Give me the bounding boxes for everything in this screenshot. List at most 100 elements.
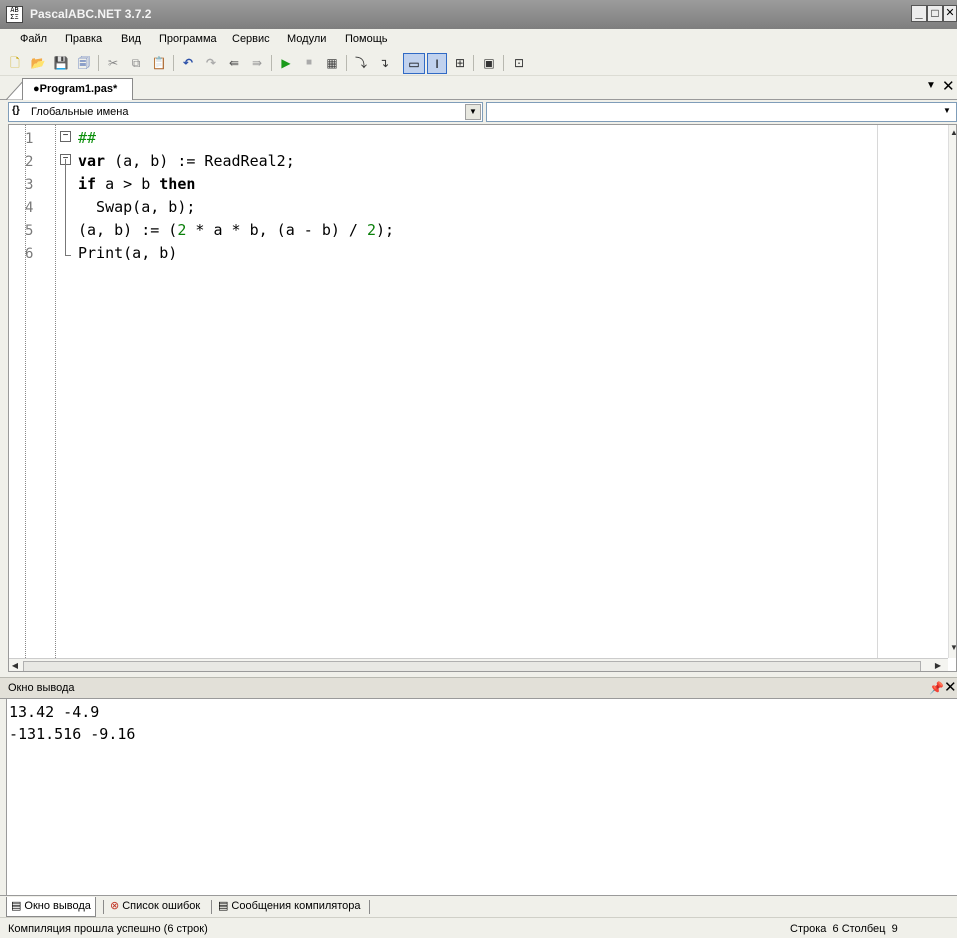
line-number: 6 (25, 246, 34, 262)
toolbar-separator (98, 55, 99, 71)
line-number: 4 (25, 200, 34, 216)
close-icon[interactable]: ✕ (944, 678, 957, 696)
cut-icon[interactable]: ✂ (104, 54, 122, 72)
status-bar: Компиляция прошла успешно (6 строк) Стро… (0, 917, 957, 938)
title-bar: AB ΣΞ PascalABC.NET 3.7.2 _ □ ✕ (0, 0, 957, 29)
menu-edit[interactable]: Правка (65, 33, 102, 45)
tab-error-list[interactable]: ⊗ Список ошибок (106, 897, 204, 917)
menu-service[interactable]: Сервис (232, 33, 270, 45)
step-into-icon[interactable]: ⤵ (352, 54, 370, 72)
scroll-left-icon[interactable]: ◀ (10, 661, 20, 670)
right-margin-line (877, 125, 878, 658)
directive-token: ## (78, 129, 97, 147)
row-label: Строка (790, 923, 827, 935)
col-value: 9 (891, 923, 898, 935)
format-code-icon[interactable]: ⊞ (451, 54, 469, 72)
close-button[interactable]: ✕ (943, 5, 957, 22)
code-line-4: Swap(a, b); (78, 198, 196, 216)
paste-icon[interactable]: 📋 (150, 54, 168, 72)
navigate-back-icon[interactable]: ⇚ (225, 54, 243, 72)
toolbar: 🗋 📂 💾 🗐 ✂ ⧉ 📋 ↶ ↷ ⇚ ⇛ ▶ ■ ▦ ⤵ ↴ ▭ I ⊞ ▣ … (0, 51, 957, 76)
tab-label: Сообщения компилятора (231, 900, 361, 912)
menu-modules[interactable]: Модули (287, 33, 326, 45)
keyword-token: if (78, 175, 97, 193)
output-line: 13.42 -4.9 (9, 703, 100, 721)
stop-icon[interactable]: ■ (300, 54, 318, 72)
window-icon: ▤ (11, 900, 22, 912)
document-tab-strip: ●Program1.pas* ▼ ✕ (0, 76, 957, 100)
maximize-button[interactable]: □ (927, 5, 943, 22)
tab-output-window[interactable]: ▤ Окно вывода (6, 897, 96, 917)
menu-program[interactable]: Программа (159, 33, 217, 45)
editor-horizontal-scrollbar[interactable]: ◀ ▶ (9, 658, 948, 671)
chevron-down-icon[interactable]: ▼ (465, 104, 481, 120)
tab-list-dropdown-icon[interactable]: ▼ (926, 80, 936, 91)
line-number: 5 (25, 223, 34, 239)
form-designer-icon[interactable]: ▣ (480, 54, 498, 72)
scroll-right-icon[interactable]: ▶ (933, 661, 943, 670)
code-line-1: ## (78, 129, 96, 147)
output-window[interactable]: 13.42 -4.9 -131.516 -9.16 (6, 699, 957, 895)
cursor-position: Строка 6 Столбец 9 (790, 923, 898, 935)
tab-label: ●Program1.pas* (33, 83, 118, 95)
run-icon[interactable]: ▶ (277, 54, 295, 72)
bottom-panel-tabs: ▤ Окно вывода ⊗ Список ошибок ▤ Сообщени… (0, 895, 957, 917)
new-file-icon[interactable]: 🗋 (6, 54, 24, 72)
toolbar-separator (173, 55, 174, 71)
fold-guide-end (65, 255, 71, 256)
tab-program1[interactable]: ●Program1.pas* (22, 78, 133, 100)
scroll-down-icon[interactable]: ▼ (949, 643, 956, 652)
line-number: 1 (25, 131, 34, 147)
menu-bar: Файл Правка Вид Программа Сервис Модули … (0, 29, 957, 51)
horizontal-scroll-thumb[interactable] (23, 661, 921, 671)
code-line-6: Print(a, b) (78, 244, 178, 262)
line-number: 3 (25, 177, 34, 193)
console-toggle-icon[interactable]: ▭ (403, 53, 425, 74)
pin-icon[interactable]: 📌 (929, 681, 944, 695)
members-select[interactable]: ▼ (486, 102, 957, 122)
navigate-forward-icon[interactable]: ⇛ (248, 54, 266, 72)
output-panel-title: Окно вывода (8, 682, 75, 694)
text-mode-icon[interactable]: I (427, 53, 447, 74)
line-number: 2 (25, 154, 34, 170)
menu-file[interactable]: Файл (20, 33, 47, 45)
menu-view[interactable]: Вид (121, 33, 141, 45)
scroll-up-icon[interactable]: ▲ (949, 128, 956, 137)
keyword-token: var (78, 152, 106, 170)
undo-icon[interactable]: ↶ (179, 54, 197, 72)
code-editor[interactable]: 1 2 3 4 5 6 − − ## var (a, b) := ReadRea… (8, 124, 957, 672)
options-icon[interactable]: ⊡ (510, 54, 528, 72)
toolbar-separator (271, 55, 272, 71)
global-names-select[interactable]: {} Глобальные имена ▼ (8, 102, 483, 122)
tab-close-icon[interactable]: ✕ (942, 77, 955, 95)
fold-collapse-icon[interactable]: − (60, 131, 71, 142)
menu-help[interactable]: Помощь (345, 33, 388, 45)
window-title: PascalABC.NET 3.7.2 (30, 7, 152, 21)
tab-separator (103, 900, 104, 914)
toolbar-separator (346, 55, 347, 71)
code-line-3: if a > b then (78, 175, 196, 193)
messages-icon: ▤ (218, 900, 229, 912)
app-logo-icon: AB ΣΞ (6, 6, 23, 23)
save-all-icon[interactable]: 🗐 (75, 54, 93, 72)
redo-icon[interactable]: ↷ (202, 54, 220, 72)
fold-margin-divider (55, 125, 56, 658)
chevron-down-icon[interactable]: ▼ (939, 104, 955, 120)
output-line: -131.516 -9.16 (9, 725, 136, 743)
toolbar-separator (473, 55, 474, 71)
save-icon[interactable]: 💾 (52, 54, 70, 72)
compile-icon[interactable]: ▦ (323, 54, 341, 72)
navigation-combos: {} Глобальные имена ▼ ▼ (0, 100, 957, 124)
tab-label: Окно вывода (24, 900, 91, 912)
editor-vertical-scrollbar[interactable]: ▲ ▼ (948, 125, 956, 658)
global-names-value: Глобальные имена (31, 106, 129, 118)
code-line-2: var (a, b) := ReadReal2; (78, 152, 295, 170)
col-label: Столбец (841, 923, 886, 935)
tab-separator (369, 900, 370, 914)
open-folder-icon[interactable]: 📂 (29, 54, 47, 72)
step-over-icon[interactable]: ↴ (375, 54, 393, 72)
copy-icon[interactable]: ⧉ (127, 54, 145, 72)
minimize-button[interactable]: _ (911, 5, 927, 22)
number-token: 2 (177, 221, 187, 239)
tab-compiler-messages[interactable]: ▤ Сообщения компилятора (214, 897, 365, 917)
